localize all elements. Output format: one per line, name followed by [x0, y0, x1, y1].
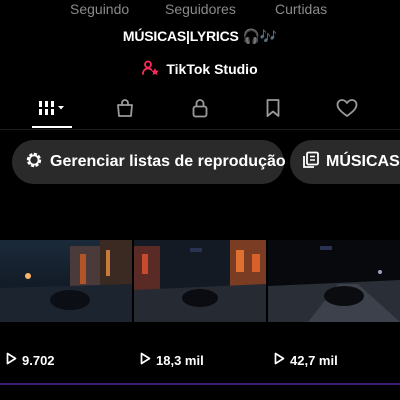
play-icon: [274, 352, 285, 368]
shopping-bag-icon: [114, 97, 136, 124]
video-thumbnail[interactable]: [268, 240, 400, 322]
video-thumbnail[interactable]: [0, 240, 132, 322]
profile-bio: MÚSICAS|LYRICS 🎧🎶: [0, 28, 400, 45]
manage-playlists-label: Gerenciar listas de reprodução: [50, 153, 286, 170]
video-views: 9.702: [6, 352, 55, 368]
video-grid: [0, 240, 400, 322]
manage-playlists-chip[interactable]: Gerenciar listas de reprodução: [12, 140, 286, 184]
tab-videos[interactable]: [27, 92, 77, 128]
following-label[interactable]: Seguindo: [70, 1, 129, 17]
views-count: 18,3 mil: [156, 352, 204, 368]
tab-shop[interactable]: [100, 92, 150, 128]
playlist-label: MÚSICAS L: [326, 153, 400, 170]
tabs-divider: [0, 129, 400, 130]
active-tab-indicator: [32, 126, 72, 128]
studio-label: TikTok Studio: [166, 61, 258, 77]
views-count: 9.702: [22, 352, 55, 368]
play-icon: [6, 352, 17, 368]
grid-dropdown-icon: [36, 98, 68, 123]
tab-saved[interactable]: [248, 92, 298, 128]
profile-tabs: [0, 92, 400, 128]
likes-label: Curtidas: [275, 1, 328, 17]
bio-decoration: 🎧🎶: [242, 28, 278, 44]
video-views: 42,7 mil: [274, 352, 338, 368]
video-thumbnail[interactable]: [134, 240, 266, 322]
playlist-chip-musicas[interactable]: MÚSICAS L: [290, 140, 400, 184]
followers-label[interactable]: Seguidores: [165, 1, 236, 17]
bio-text: MÚSICAS|LYRICS: [122, 28, 239, 44]
bottom-accent-line: [0, 383, 400, 385]
profile-stats: Seguindo Seguidores Curtidas: [0, 0, 400, 20]
tiktok-studio-button[interactable]: TikTok Studio: [0, 58, 400, 80]
gear-icon: [24, 150, 44, 175]
heart-icon: [335, 97, 359, 124]
person-star-icon: [142, 60, 160, 79]
play-icon: [140, 352, 151, 368]
bookmark-icon: [262, 97, 284, 124]
playlist-icon: [302, 151, 320, 174]
video-views: 18,3 mil: [140, 352, 204, 368]
lock-icon: [189, 97, 211, 124]
views-count: 42,7 mil: [290, 352, 338, 368]
tab-private[interactable]: [175, 92, 225, 128]
tab-liked[interactable]: [322, 92, 372, 128]
